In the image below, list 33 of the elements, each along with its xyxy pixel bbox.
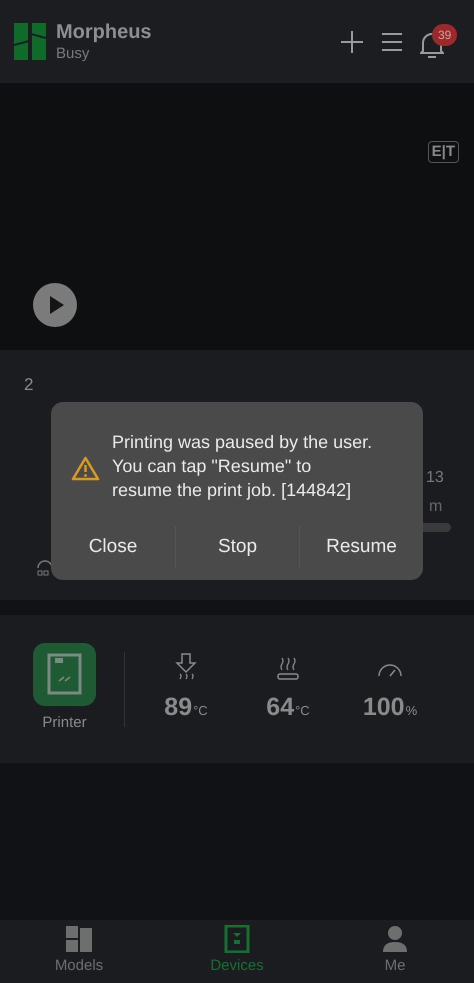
play-button[interactable] <box>33 283 77 327</box>
nav-tab[interactable]: Models <box>0 920 158 983</box>
printer-frame-icon <box>224 925 250 954</box>
plate-number: 2 <box>24 374 34 396</box>
reading-unit: % <box>406 702 418 720</box>
heated-bed-icon <box>277 657 299 682</box>
cubes-icon <box>65 925 93 954</box>
person-icon <box>382 925 408 954</box>
add-icon[interactable] <box>340 30 364 54</box>
app-logo <box>14 23 46 60</box>
reading-value: 89 <box>164 692 192 724</box>
reading-unit: °C <box>193 702 208 720</box>
dialog-button[interactable]: Stop <box>175 526 299 568</box>
printer-icon[interactable] <box>33 643 96 706</box>
warning-icon <box>71 456 100 480</box>
device-label: Printer <box>42 713 87 734</box>
layer-count: 13 <box>426 468 444 488</box>
dialog-button[interactable]: Close <box>51 526 175 568</box>
nav-tab[interactable]: Devices <box>158 920 316 983</box>
menu-icon[interactable] <box>382 32 402 52</box>
dialog-message: Printing was paused by the user. You can tap "Resume" to resume the print job. [144842] <box>112 431 374 502</box>
device-name: Morpheus <box>56 20 152 45</box>
reading-value: 100 <box>362 692 405 724</box>
device-status: Busy <box>56 44 90 64</box>
reading-unit: °C <box>295 702 310 720</box>
dialog-button[interactable]: Resume <box>299 526 423 568</box>
speed-icon <box>36 558 54 576</box>
time-remaining: m <box>429 497 442 517</box>
mode-toggle[interactable]: E|T <box>428 141 459 163</box>
reading-value: 64 <box>266 692 294 724</box>
nozzle-icon <box>175 653 197 682</box>
notification-badge: 39 <box>432 24 458 46</box>
nav-tab[interactable]: Me <box>316 920 474 983</box>
